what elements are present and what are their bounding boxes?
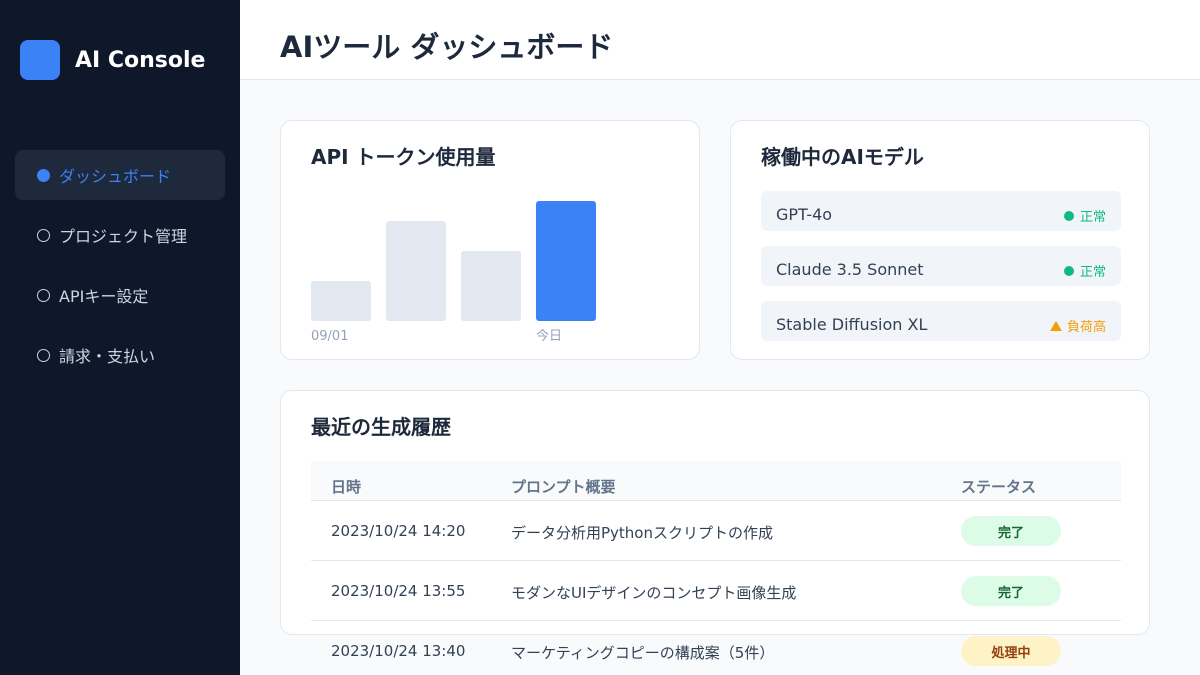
nav-dot-icon — [37, 348, 50, 362]
row-datetime: 2023/10/24 14:20 — [331, 522, 466, 540]
model-status-label: 正常 — [1079, 210, 1106, 225]
model-row[interactable]: Stable Diffusion XL 負荷高 — [761, 301, 1121, 341]
generation-history-card: 最近の生成履歴 日時 プロンプト概要 ステータス 2023/10/24 14:2… — [280, 390, 1150, 666]
nav-dot-icon — [37, 168, 50, 182]
sidebar-item-billing[interactable]: 請求・支払い — [15, 330, 225, 380]
sidebar-item-label: APIキー設定 — [59, 287, 149, 306]
app-window: AI Console ダッシュボード プロジェクト管理 APIキー設定 請求・支… — [0, 0, 1200, 675]
model-name: Stable Diffusion XL — [776, 315, 928, 334]
model-status-label: 正常 — [1079, 265, 1106, 280]
sidebar-item-label: ダッシュボード — [59, 167, 172, 186]
history-table: 日時 プロンプト概要 ステータス 2023/10/24 14:20 データ分析用… — [311, 461, 1121, 675]
usage-tick-label: 今日 — [536, 328, 562, 344]
row-prompt: データ分析用Pythonスクリプトの作成 — [511, 524, 773, 542]
column-header-status: ステータス — [961, 478, 1037, 496]
model-name: GPT-4o — [776, 205, 833, 224]
model-name: Claude 3.5 Sonnet — [776, 260, 924, 279]
model-row[interactable]: GPT-4o 正常 — [761, 191, 1121, 231]
brand: AI Console — [20, 40, 205, 80]
table-row[interactable]: 2023/10/24 14:20 データ分析用Pythonスクリプトの作成 完了 — [311, 501, 1121, 561]
brand-logo-icon — [20, 40, 60, 80]
row-prompt: モダンなUIデザインのコンセプト画像生成 — [511, 584, 797, 602]
usage-bar — [311, 281, 371, 321]
model-row[interactable]: Claude 3.5 Sonnet 正常 — [761, 246, 1121, 286]
table-row[interactable]: 2023/10/24 13:40 マーケティングコピーの構成案（5件） 処理中 — [311, 621, 1121, 675]
sidebar-item-dashboard[interactable]: ダッシュボード — [15, 150, 225, 200]
nav-dot-icon — [37, 288, 50, 302]
table-row[interactable]: 2023/10/24 13:55 モダンなUIデザインのコンセプト画像生成 完了 — [311, 561, 1121, 621]
usage-bar — [461, 251, 521, 321]
active-models-title: 稼働中のAIモデル — [761, 145, 924, 169]
sidebar: AI Console ダッシュボード プロジェクト管理 APIキー設定 請求・支… — [0, 0, 240, 675]
model-status: 正常 — [1063, 206, 1106, 225]
row-datetime: 2023/10/24 13:55 — [331, 582, 466, 600]
model-status: 正常 — [1063, 261, 1106, 280]
status-ok-icon — [1063, 210, 1074, 221]
generation-history-title: 最近の生成履歴 — [311, 415, 451, 439]
row-prompt: マーケティングコピーの構成案（5件） — [511, 644, 775, 662]
column-header-datetime: 日時 — [331, 478, 362, 496]
sidebar-item-label: プロジェクト管理 — [59, 227, 188, 246]
usage-tick-label: 09/01 — [311, 329, 348, 344]
token-usage-card: 09/01 今日 API トークン使用量 — [280, 120, 700, 360]
status-badge: 処理中 — [961, 636, 1061, 666]
table-header-row: 日時 プロンプト概要 ステータス — [311, 461, 1121, 501]
warning-triangle-icon — [1049, 320, 1062, 331]
sidebar-item-projects[interactable]: プロジェクト管理 — [15, 210, 225, 260]
nav-dot-icon — [37, 228, 50, 242]
sidebar-item-label: 請求・支払い — [59, 347, 156, 366]
row-datetime: 2023/10/24 13:40 — [331, 642, 466, 660]
token-usage-title: API トークン使用量 — [311, 145, 496, 169]
sidebar-nav: ダッシュボード プロジェクト管理 APIキー設定 請求・支払い — [15, 150, 225, 390]
active-models-card: 稼働中のAIモデル GPT-4o 正常 Claude 3.5 Sonnet 正常… — [730, 120, 1150, 360]
status-ok-icon — [1063, 265, 1074, 276]
usage-bar — [536, 201, 596, 321]
model-status-label: 負荷高 — [1066, 320, 1106, 335]
page-title: AIツール ダッシュボード — [280, 30, 614, 64]
column-header-prompt: プロンプト概要 — [511, 478, 616, 496]
status-badge: 完了 — [961, 576, 1061, 606]
brand-name: AI Console — [75, 47, 206, 73]
sidebar-item-api-keys[interactable]: APIキー設定 — [15, 270, 225, 320]
model-status: 負荷高 — [1049, 316, 1106, 335]
usage-bar — [386, 221, 446, 321]
page-header: AIツール ダッシュボード — [240, 0, 1200, 80]
status-badge: 完了 — [961, 516, 1061, 546]
